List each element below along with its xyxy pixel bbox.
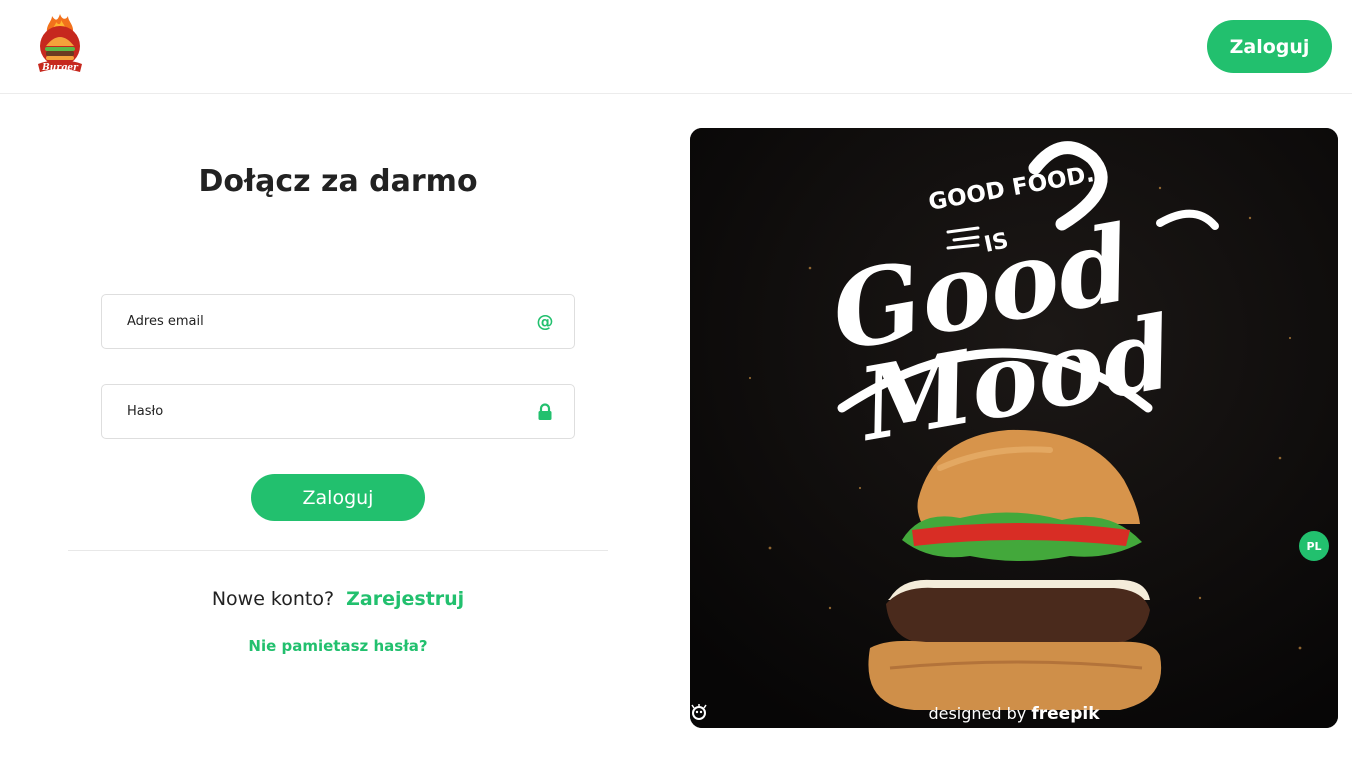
hero-credit: designed by freepik	[690, 704, 1338, 724]
logo-text: Burger	[41, 63, 79, 73]
top-header: Burger Zaloguj	[0, 0, 1352, 94]
email-field-wrapper: @	[101, 294, 575, 349]
page-title: Dołącz za darmo	[198, 164, 478, 199]
login-submit-button[interactable]: Zaloguj	[251, 474, 425, 521]
credit-prefix: designed by	[928, 704, 1027, 723]
forgot-password-link[interactable]: Nie pamietasz hasła?	[68, 637, 608, 655]
at-icon: @	[536, 311, 554, 332]
header-login-button[interactable]: Zaloguj	[1207, 20, 1332, 73]
register-prompt: Nowe konto?	[211, 588, 335, 610]
register-row: Nowe konto? Zarejestruj	[68, 588, 608, 610]
hero-image: GOOD FOOD. IS Good Mood designed by free…	[690, 128, 1338, 728]
burger-logo[interactable]: Burger	[34, 14, 86, 76]
hero-illustration: GOOD FOOD. IS Good Mood	[690, 128, 1338, 728]
form-divider	[68, 550, 608, 551]
password-field[interactable]	[102, 385, 574, 438]
credit-brand: freepik	[1031, 704, 1100, 724]
email-field[interactable]	[102, 295, 574, 348]
lock-icon	[536, 402, 554, 422]
password-field-wrapper	[101, 384, 575, 439]
language-badge[interactable]: PL	[1299, 531, 1329, 561]
register-link[interactable]: Zarejestruj	[346, 588, 464, 610]
